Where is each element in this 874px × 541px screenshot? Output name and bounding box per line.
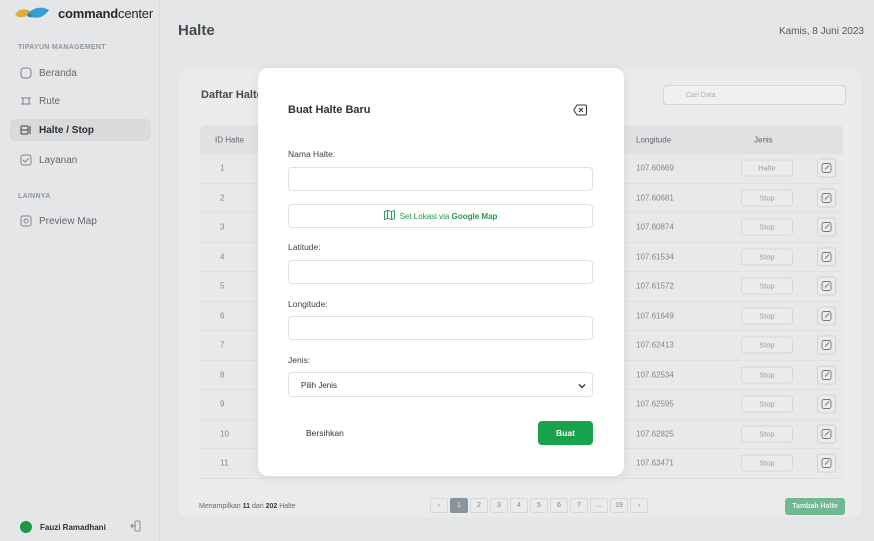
jenis-select[interactable]: Pilih Jenis xyxy=(288,372,593,397)
map-button-label: Set Lokasi via Google Map xyxy=(399,211,498,221)
name-field[interactable] xyxy=(288,167,593,191)
jenis-select-value: Pilih Jenis xyxy=(301,381,338,390)
longitude-field[interactable] xyxy=(288,316,593,340)
name-label: Nama Halte: xyxy=(288,149,336,159)
map-icon xyxy=(383,209,395,222)
modal-title: Buat Halte Baru xyxy=(288,104,371,116)
clear-button[interactable]: Bersihkan xyxy=(306,428,344,438)
latitude-label: Latitude: xyxy=(288,242,321,252)
create-halte-modal: Buat Halte Baru Nama Halte: Set Lokasi v… xyxy=(258,68,624,476)
set-location-google-map-button[interactable]: Set Lokasi via Google Map xyxy=(288,204,593,228)
jenis-label: Jenis: xyxy=(288,355,311,365)
longitude-label: Longitude: xyxy=(288,299,328,309)
chevron-down-icon xyxy=(578,382,586,389)
create-button[interactable]: Buat xyxy=(538,421,593,445)
close-icon[interactable] xyxy=(573,103,587,117)
latitude-field[interactable] xyxy=(288,260,593,284)
